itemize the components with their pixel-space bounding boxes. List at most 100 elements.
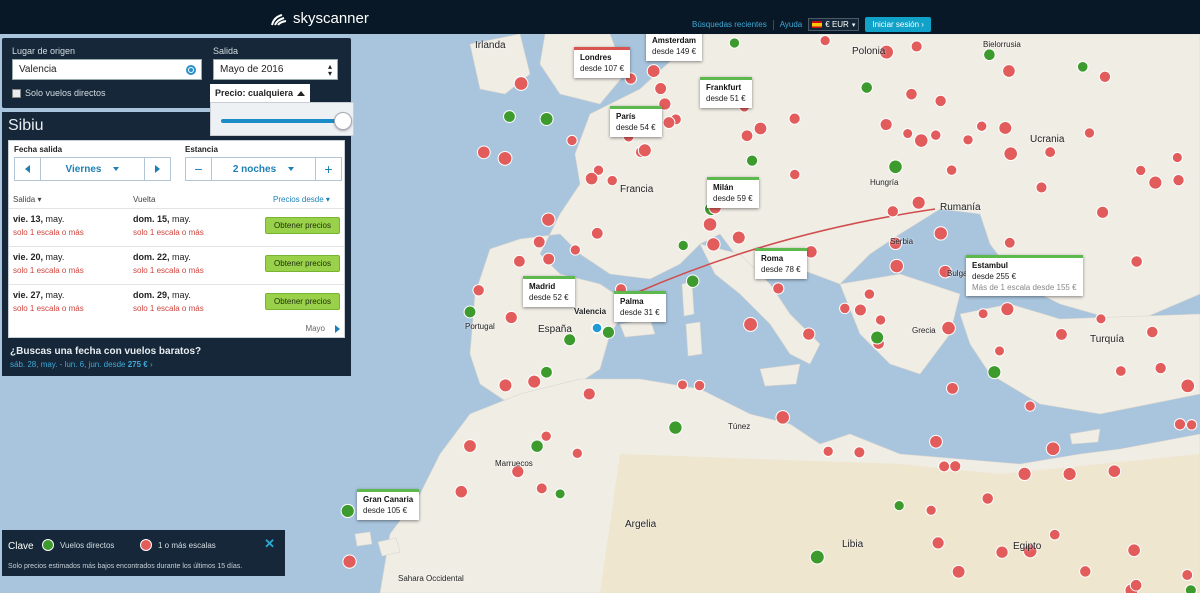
stops-flight-marker[interactable]	[535, 482, 548, 495]
stops-flight-marker[interactable]	[637, 143, 652, 158]
locate-icon[interactable]	[186, 65, 196, 75]
direct-flight-marker[interactable]	[893, 499, 905, 512]
direct-flight-marker[interactable]	[503, 110, 516, 123]
stops-flight-marker[interactable]	[886, 205, 899, 218]
stops-flight-marker[interactable]	[1171, 151, 1183, 164]
col-out-header[interactable]: Salida ▾	[13, 195, 42, 204]
stops-flight-marker[interactable]	[1045, 441, 1061, 457]
stops-flight-marker[interactable]	[584, 171, 599, 186]
direct-flight-marker[interactable]	[554, 488, 566, 500]
stops-flight-marker[interactable]	[911, 195, 926, 210]
stops-flight-marker[interactable]	[504, 310, 518, 325]
stops-flight-marker[interactable]	[1135, 164, 1147, 177]
stops-flight-marker[interactable]	[540, 430, 552, 442]
stops-flight-marker[interactable]	[498, 378, 513, 393]
stops-flight-marker[interactable]	[542, 252, 556, 266]
increase-stay-button[interactable]: +	[316, 158, 341, 180]
stops-flight-marker[interactable]	[513, 76, 529, 91]
stops-flight-marker[interactable]	[654, 82, 668, 96]
stops-flight-marker[interactable]	[527, 374, 542, 389]
stops-flight-marker[interactable]	[590, 226, 604, 240]
depart-select[interactable]: Mayo de 2016 ▴ ▾	[213, 59, 338, 80]
stops-flight-marker[interactable]	[930, 129, 942, 141]
stops-flight-marker[interactable]	[976, 120, 988, 132]
stops-flight-marker[interactable]	[541, 212, 556, 227]
stops-flight-marker[interactable]	[1079, 565, 1092, 578]
direct-flight-marker[interactable]	[677, 239, 689, 252]
stops-flight-marker[interactable]	[879, 117, 893, 132]
get-prices-button[interactable]: Obtener precios	[265, 255, 340, 272]
stops-flight-marker[interactable]	[933, 226, 948, 241]
stops-flight-marker[interactable]	[981, 492, 994, 505]
stops-flight-marker[interactable]	[566, 134, 578, 147]
stops-flight-marker[interactable]	[962, 134, 974, 146]
stops-flight-marker[interactable]	[1002, 64, 1016, 78]
direct-flight-marker[interactable]	[340, 503, 355, 519]
map-price-label[interactable]: Estambul desde 255 € Más de 1 escala desde…	[966, 255, 1083, 297]
stops-flight-marker[interactable]	[938, 460, 951, 473]
stops-flight-marker[interactable]	[874, 314, 887, 326]
stops-flight-marker[interactable]	[1024, 400, 1036, 412]
stops-flight-marker[interactable]	[582, 387, 596, 401]
stops-flight-marker[interactable]	[993, 345, 1006, 357]
stops-flight-marker[interactable]	[934, 94, 947, 108]
stops-flight-marker[interactable]	[1173, 418, 1187, 431]
stops-flight-marker[interactable]	[1129, 578, 1143, 592]
stops-flight-marker[interactable]	[476, 145, 491, 160]
stops-flight-marker[interactable]	[772, 282, 785, 295]
price-slider-handle[interactable]	[334, 112, 352, 130]
stops-flight-marker[interactable]	[1107, 464, 1122, 478]
stops-flight-marker[interactable]	[802, 327, 816, 341]
origin-marker[interactable]	[591, 322, 603, 334]
stops-flight-marker[interactable]	[1017, 466, 1032, 482]
map-price-label[interactable]: Amsterdam desde 149 €	[646, 34, 703, 61]
stops-flight-marker[interactable]	[472, 284, 485, 297]
stops-flight-marker[interactable]	[1180, 378, 1196, 394]
stops-flight-marker[interactable]	[1098, 70, 1112, 84]
cheap-dates-link[interactable]: sáb. 28, may. - lun. 6, jun. desde 275 €…	[10, 360, 153, 369]
stops-flight-marker[interactable]	[1181, 569, 1194, 581]
stops-flight-marker[interactable]	[569, 244, 582, 256]
stops-flight-marker[interactable]	[706, 237, 721, 252]
stops-flight-marker[interactable]	[1127, 543, 1141, 558]
checkbox-box[interactable]	[12, 88, 21, 98]
direct-flight-marker[interactable]	[463, 305, 477, 319]
stops-flight-marker[interactable]	[951, 564, 966, 579]
stops-flight-marker[interactable]	[1154, 361, 1167, 375]
stops-flight-marker[interactable]	[925, 504, 937, 516]
stops-flight-marker[interactable]	[1000, 302, 1015, 317]
stops-flight-marker[interactable]	[853, 446, 866, 459]
stops-flight-marker[interactable]	[497, 150, 513, 166]
stops-flight-marker[interactable]	[788, 168, 801, 181]
stops-flight-marker[interactable]	[1095, 313, 1107, 325]
stops-flight-marker[interactable]	[853, 303, 867, 317]
stops-flight-marker[interactable]	[1044, 146, 1057, 159]
stops-flight-marker[interactable]	[1146, 325, 1159, 339]
map-price-label[interactable]: Madrid desde 52 €	[523, 276, 575, 307]
stops-flight-marker[interactable]	[753, 121, 768, 136]
direct-only-checkbox[interactable]: Solo vuelos directos	[12, 88, 106, 98]
stops-flight-marker[interactable]	[998, 120, 1013, 135]
direct-flight-marker[interactable]	[888, 159, 903, 175]
direct-flight-marker[interactable]	[1184, 584, 1197, 593]
stops-flight-marker[interactable]	[1185, 419, 1198, 431]
stops-flight-marker[interactable]	[676, 379, 689, 391]
next-day-button[interactable]	[145, 158, 170, 180]
stops-flight-marker[interactable]	[1130, 255, 1143, 268]
map-price-label[interactable]: Gran Canaria desde 105 €	[357, 489, 420, 520]
stops-flight-marker[interactable]	[662, 116, 676, 129]
direct-flight-marker[interactable]	[530, 439, 544, 453]
stops-flight-marker[interactable]	[913, 133, 929, 148]
map-price-label[interactable]: Roma desde 78 €	[755, 248, 807, 279]
direct-flight-marker[interactable]	[870, 330, 885, 345]
stops-flight-marker[interactable]	[606, 174, 618, 187]
stops-flight-marker[interactable]	[1083, 127, 1096, 139]
stops-flight-marker[interactable]	[1035, 181, 1048, 194]
stops-flight-marker[interactable]	[1055, 327, 1068, 341]
direct-flight-marker[interactable]	[987, 365, 1002, 380]
stops-flight-marker[interactable]	[1096, 205, 1110, 219]
map-price-label[interactable]: París desde 54 €	[610, 106, 662, 137]
stops-flight-marker[interactable]	[804, 245, 818, 259]
direct-flight-marker[interactable]	[540, 365, 553, 379]
stops-flight-marker[interactable]	[532, 235, 546, 249]
